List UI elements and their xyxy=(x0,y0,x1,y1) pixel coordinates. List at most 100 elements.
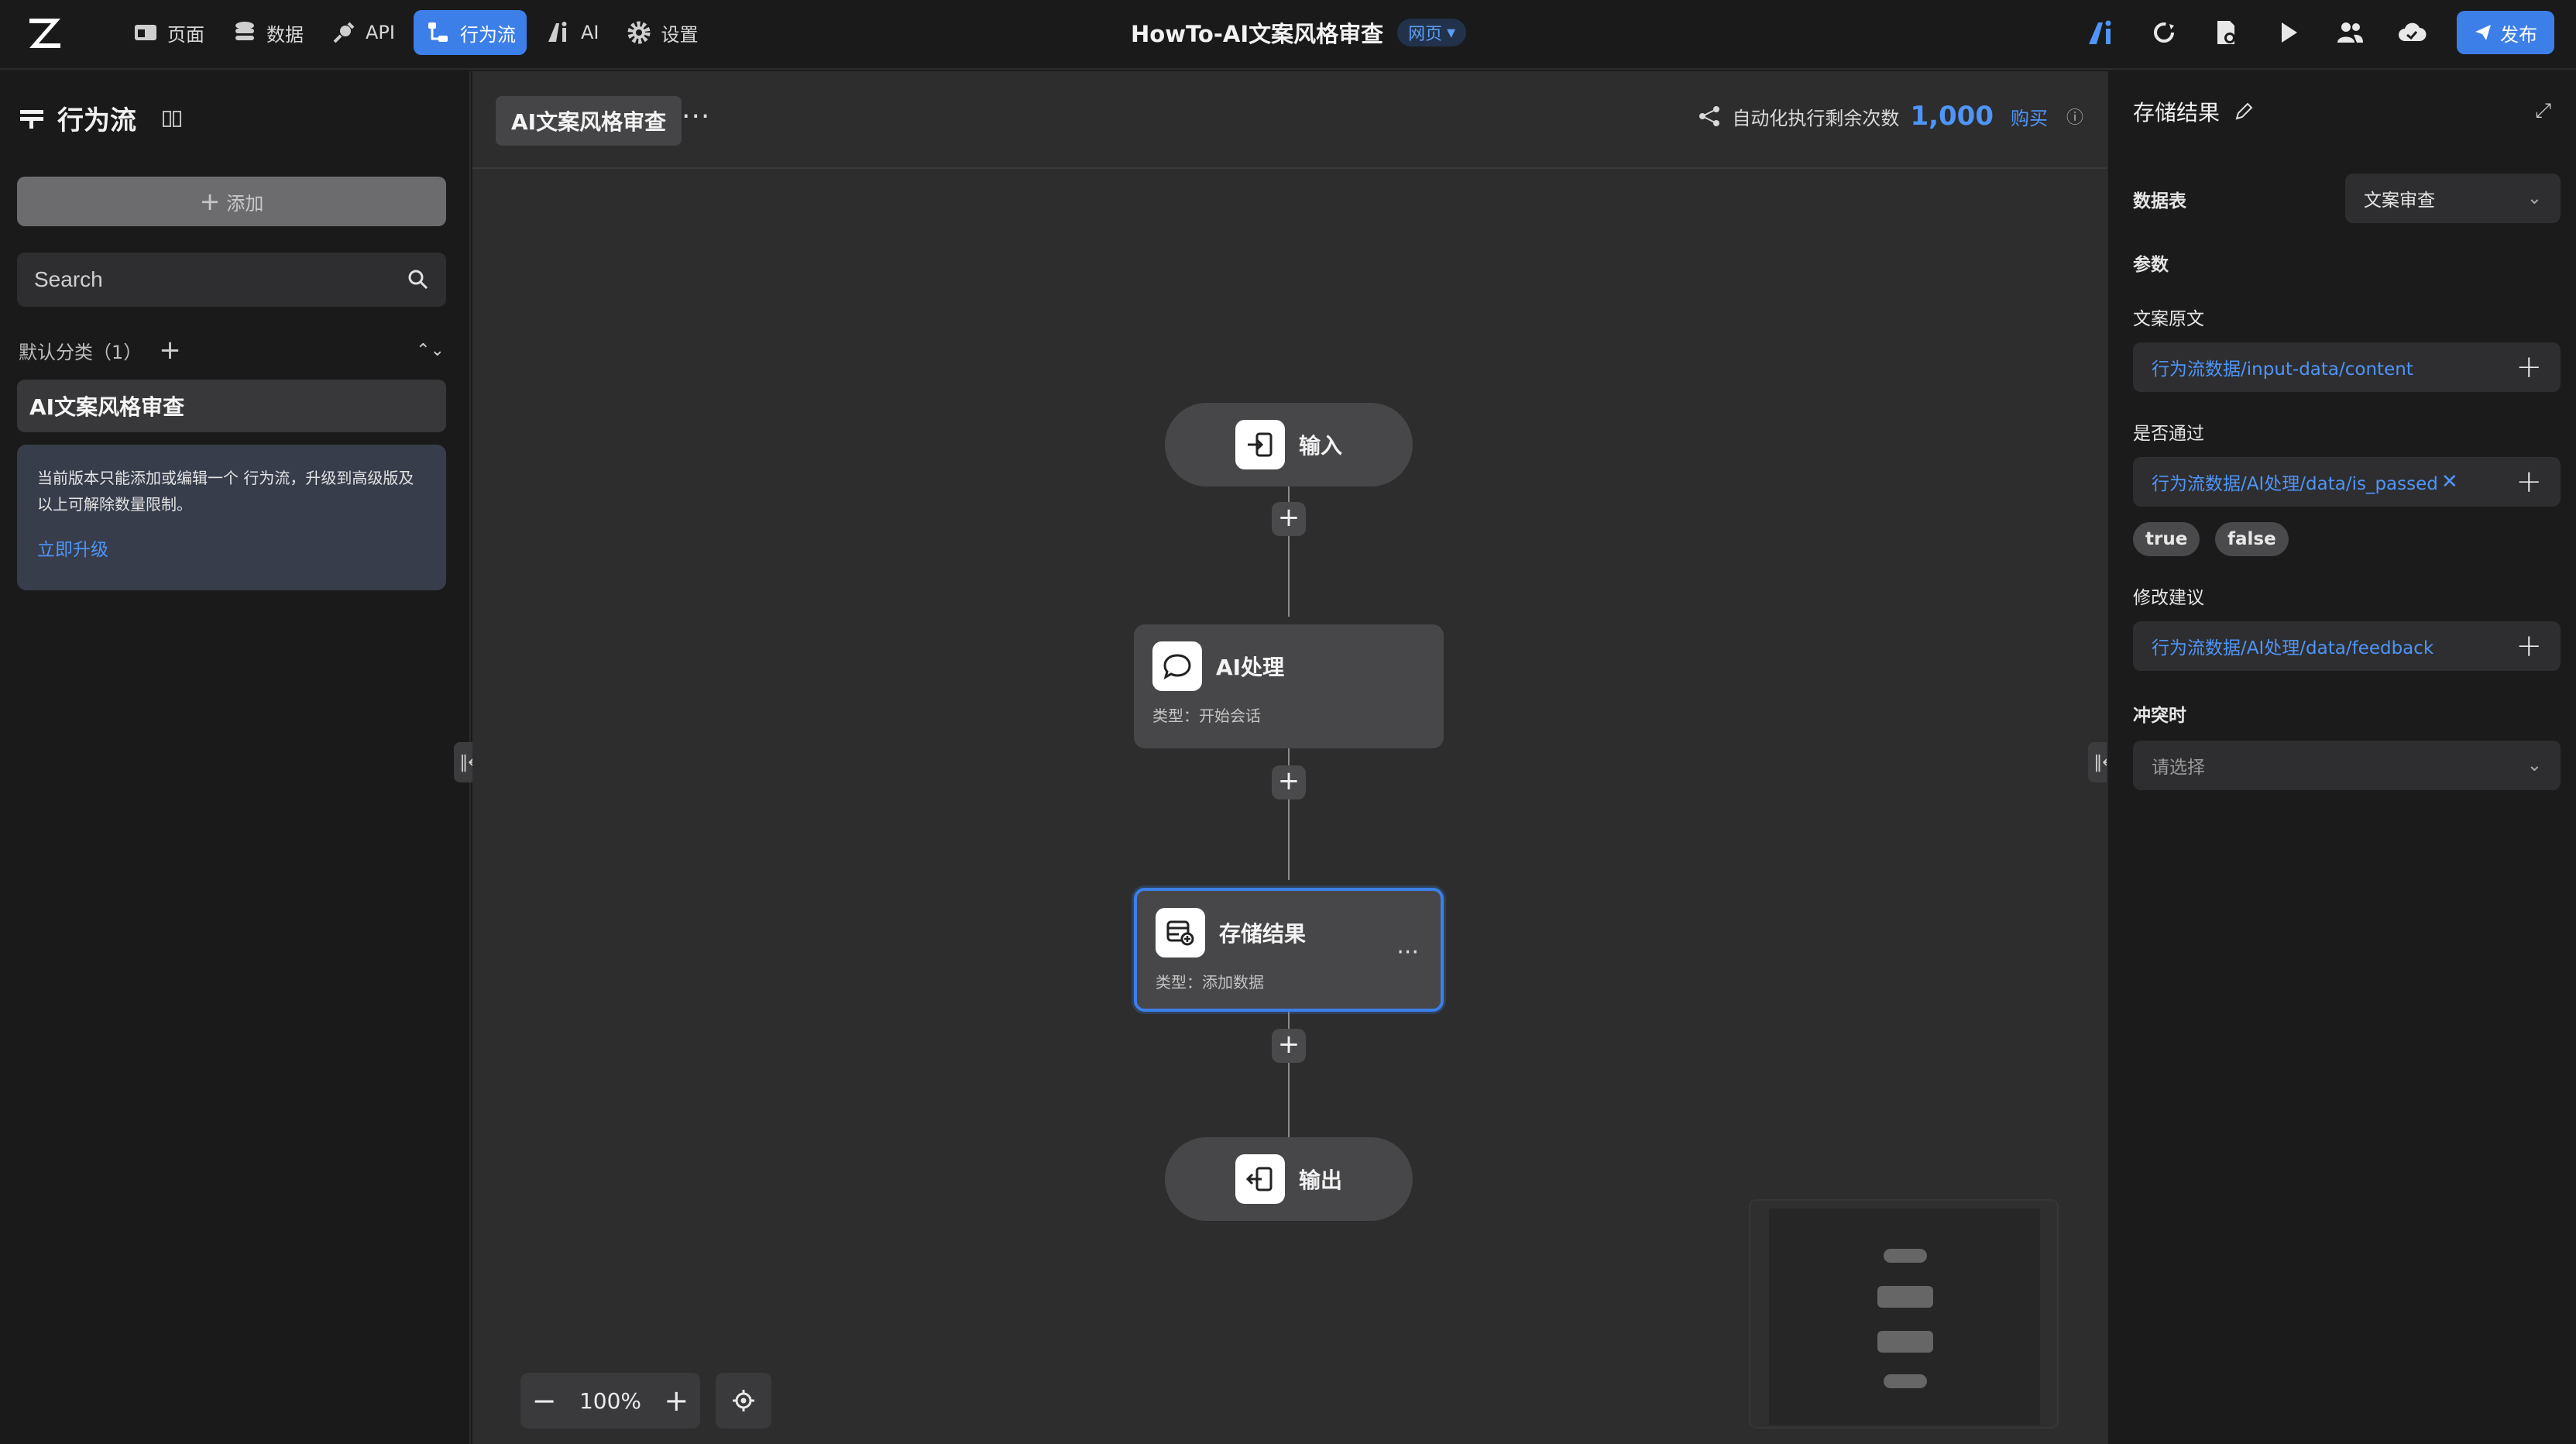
cloud-sync-button[interactable] xyxy=(2395,15,2429,50)
more-options-icon[interactable]: ··· xyxy=(682,101,710,132)
plus-icon: + xyxy=(199,187,221,216)
zoom-in-button[interactable]: + xyxy=(664,1386,689,1415)
clear-icon[interactable]: ✕ xyxy=(2441,470,2458,493)
input-node-icon xyxy=(1235,420,1285,469)
field-label-passed: 是否通过 xyxy=(2133,424,2204,444)
minimap[interactable] xyxy=(1749,1199,2059,1429)
database-icon xyxy=(235,22,254,40)
nav-flow[interactable]: 行为流 xyxy=(413,10,527,55)
input-node[interactable]: 输入 xyxy=(1165,403,1413,486)
quota-label: 自动化执行剩余次数 xyxy=(1732,107,1900,129)
table-label: 数据表 xyxy=(2133,191,2186,211)
store-node-header: 存储结果 xyxy=(1156,908,1422,958)
search-input[interactable] xyxy=(34,267,375,292)
upgrade-notice-text: 当前版本只能添加或编辑一个 行为流，升级到高级版及以上可解除数量限制。 xyxy=(37,469,414,514)
app-logo-icon[interactable] xyxy=(25,12,67,54)
document-settings-button[interactable] xyxy=(2209,15,2243,50)
field-feedback-value: 行为流数据/AI处理/data/feedback xyxy=(2152,638,2434,658)
field-feedback[interactable]: 行为流数据/AI处理/data/feedback + xyxy=(2133,621,2561,671)
quota-info: 自动化执行剩余次数 1,000 购买 ⓘ xyxy=(1698,101,2083,132)
minimap-node xyxy=(1884,1249,1927,1263)
ai-assistant-button[interactable] xyxy=(2085,15,2119,50)
flow-canvas[interactable]: AI文案风格审查 ··· 自动化执行剩余次数 1,000 购买 ⓘ + + + … xyxy=(472,71,2107,1444)
app-root: 页面 数据 API 行为流 AI 设置 HowTo-AI文案风格审查 网页 ▾ … xyxy=(0,0,2576,1444)
add-flow-button[interactable]: + 添加 xyxy=(17,177,446,226)
collapse-category-icon[interactable]: ⌃⌄ xyxy=(416,341,445,360)
members-button[interactable] xyxy=(2333,15,2367,50)
nav-settings[interactable]: 设置 xyxy=(617,10,706,55)
minimap-node xyxy=(1884,1374,1927,1388)
nav-pages[interactable]: 页面 xyxy=(124,10,212,55)
sidebar-item-flow[interactable]: AI文案风格审查 xyxy=(17,380,446,432)
platform-badge[interactable]: 网页 ▾ xyxy=(1397,19,1467,46)
flow-icon xyxy=(428,22,448,42)
node-more-icon[interactable]: ··· xyxy=(1396,939,1419,966)
table-select[interactable]: 文案审查 ⌄ xyxy=(2345,174,2561,223)
publish-button[interactable]: 发布 xyxy=(2457,11,2554,54)
flow-sidebar: 行为流 + 添加 默认分类（1） + ⌃⌄ AI文案风格审查 当前版本只能添加或… xyxy=(0,71,471,1444)
output-node-label: 输出 xyxy=(1298,1167,1342,1193)
recenter-button[interactable] xyxy=(716,1373,771,1429)
add-variable-icon[interactable]: + xyxy=(2516,631,2542,662)
ai-process-node[interactable]: AI处理 类型：开始会话 xyxy=(1134,624,1444,748)
flow-name-tab[interactable]: AI文案风格审查 xyxy=(496,96,682,146)
search-icon[interactable] xyxy=(407,269,429,291)
field-passed[interactable]: 行为流数据/AI处理/data/is_passed ✕ + xyxy=(2133,457,2561,507)
play-icon xyxy=(2282,22,2297,43)
info-icon[interactable]: ⓘ xyxy=(2066,104,2083,129)
chat-bubble-icon xyxy=(1163,654,1191,680)
conflict-label: 冲突时 xyxy=(2133,706,2186,726)
store-result-node[interactable]: 存储结果 类型：添加数据 ··· xyxy=(1134,888,1444,1012)
insert-node-button-2[interactable]: + xyxy=(1272,765,1306,799)
login-icon xyxy=(1247,432,1273,457)
gear-icon xyxy=(627,21,651,44)
preview-button[interactable] xyxy=(2271,15,2305,50)
refresh-button[interactable] xyxy=(2147,15,2181,50)
store-node-icon xyxy=(1156,908,1205,958)
chevron-down-icon: ⌄ xyxy=(2526,188,2542,208)
crosshair-icon xyxy=(733,1390,754,1411)
insert-node-button-1[interactable]: + xyxy=(1272,502,1306,536)
ai-node-type: 类型：开始会话 xyxy=(1152,707,1261,725)
top-bar: 页面 数据 API 行为流 AI 设置 HowTo-AI文案风格审查 网页 ▾ … xyxy=(0,0,2576,70)
toolbar-right: 发布 xyxy=(2085,11,2554,54)
main-nav: 页面 数据 API 行为流 AI 设置 xyxy=(124,10,706,55)
store-node-type: 类型：添加数据 xyxy=(1156,973,1264,992)
nav-ai-label: AI xyxy=(580,22,599,43)
add-variable-icon[interactable]: + xyxy=(2516,466,2542,497)
conflict-select-value: 请选择 xyxy=(2152,758,2205,778)
zoom-out-button[interactable]: − xyxy=(532,1386,557,1415)
sidebar-title: 行为流 xyxy=(57,105,136,136)
database-add-icon xyxy=(1166,920,1194,946)
chip-true[interactable]: true xyxy=(2133,522,2200,556)
table-select-value: 文案审查 xyxy=(2364,191,2435,211)
platform-badge-label: 网页 xyxy=(1408,25,1443,44)
zoom-control: − 100% + xyxy=(520,1373,700,1429)
docs-book-icon[interactable] xyxy=(161,108,183,129)
upgrade-link[interactable]: 立即升级 xyxy=(37,535,426,561)
nav-api[interactable]: API xyxy=(322,10,403,55)
ai-process-node-header: AI处理 xyxy=(1152,641,1425,691)
nav-ai[interactable]: AI xyxy=(538,10,607,55)
buy-link[interactable]: 购买 xyxy=(2011,103,2048,130)
properties-panel: 存储结果 ⤢ 数据表 文案审查 ⌄ 参数 文案原文 行为流数据/input-da… xyxy=(2107,71,2576,1444)
nav-data[interactable]: 数据 xyxy=(223,10,311,55)
sidebar-item-label: AI文案风格审查 xyxy=(29,394,185,420)
nav-flow-label: 行为流 xyxy=(459,23,516,46)
add-variable-icon[interactable]: + xyxy=(2516,352,2542,383)
chip-false[interactable]: false xyxy=(2215,522,2289,556)
add-category-icon[interactable]: + xyxy=(159,337,181,363)
publish-label: 发布 xyxy=(2500,23,2537,46)
conflict-select[interactable]: 请选择 ⌄ xyxy=(2133,741,2561,790)
expand-icon[interactable]: ⤢ xyxy=(2535,99,2551,123)
users-icon xyxy=(2337,22,2363,43)
nav-api-label: API xyxy=(366,22,395,43)
edit-pencil-icon[interactable] xyxy=(2234,101,2254,122)
api-icon xyxy=(333,22,355,43)
input-node-label: 输入 xyxy=(1298,433,1342,459)
insert-node-button-3[interactable]: + xyxy=(1272,1029,1306,1063)
nav-pages-label: 页面 xyxy=(167,23,204,46)
document-title-text: HowTo-AI文案风格审查 xyxy=(1131,21,1384,47)
field-content[interactable]: 行为流数据/input-data/content + xyxy=(2133,342,2561,392)
output-node[interactable]: 输出 xyxy=(1165,1137,1413,1221)
